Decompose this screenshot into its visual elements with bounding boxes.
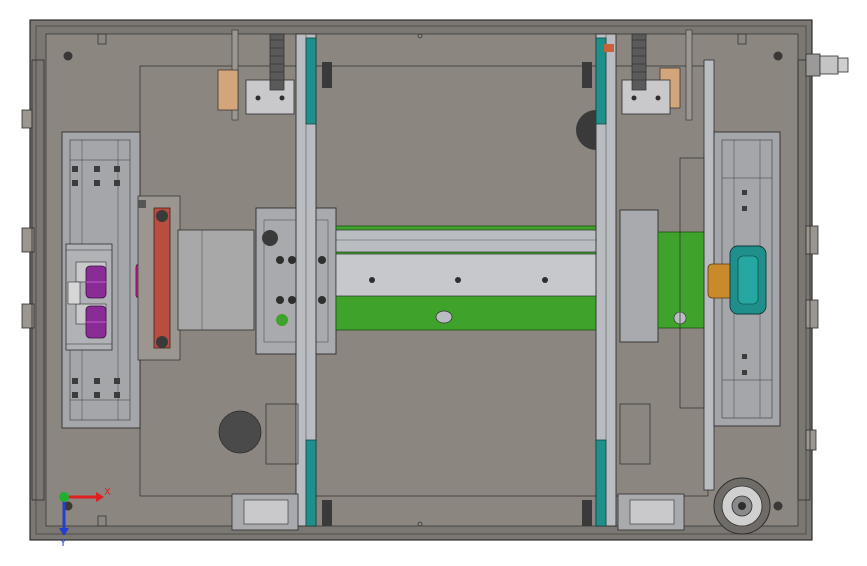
right-gantry-beam[interactable] xyxy=(595,33,617,527)
assembly-top-view[interactable]: X Y xyxy=(0,0,867,562)
rotary-handwheel[interactable] xyxy=(713,477,771,535)
red-belt-drive[interactable] xyxy=(137,195,181,361)
axis-y-label: Y xyxy=(59,538,67,549)
bolt-hole-icon xyxy=(773,51,783,61)
linear-rail[interactable] xyxy=(335,225,609,331)
gearbox-housing[interactable] xyxy=(177,229,255,331)
bolt-hole-icon xyxy=(63,51,73,61)
bolt-hole-icon xyxy=(773,501,783,511)
axis-x-label: X xyxy=(104,487,111,498)
right-motor[interactable] xyxy=(805,53,849,77)
cad-viewport[interactable]: X Y xyxy=(0,0,867,562)
left-gantry-beam[interactable] xyxy=(295,33,317,527)
left-dark-disc[interactable] xyxy=(218,410,262,454)
